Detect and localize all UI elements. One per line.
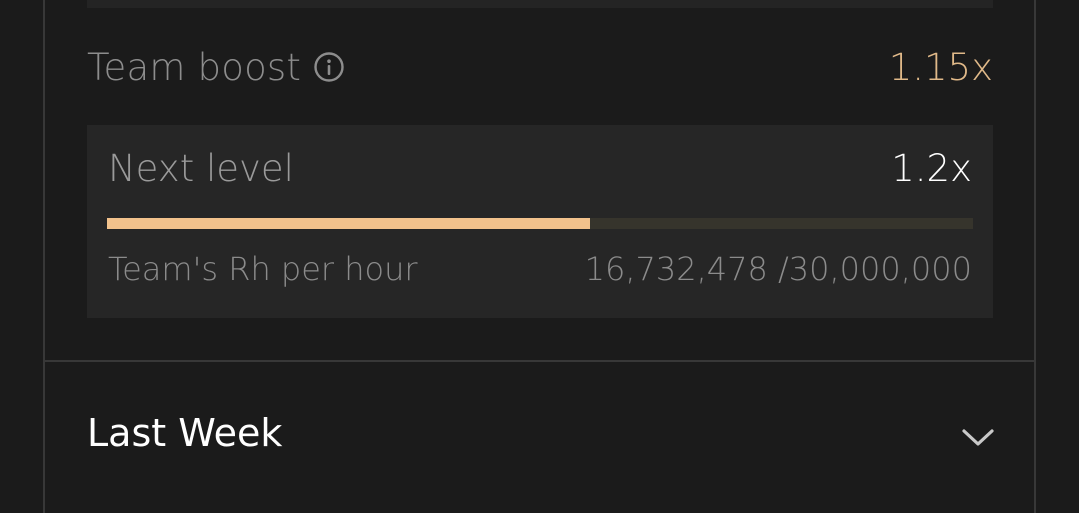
next-level-value: 1.2x	[891, 147, 972, 190]
next-level-row: Next level 1.2x	[108, 147, 972, 190]
previous-card-edge	[87, 0, 993, 8]
team-rh-row: Team's Rh per hour 16,732,478 /30,000,00…	[108, 250, 972, 288]
team-boost-label: Team boost	[87, 45, 302, 89]
last-week-label: Last Week	[87, 411, 283, 455]
next-level-progress-fill	[107, 218, 590, 229]
team-rh-value: 16,732,478 /30,000,000	[584, 250, 972, 288]
next-level-card: Next level 1.2x Team's Rh per hour 16,73…	[87, 125, 993, 318]
team-boost-label-group: Team boost	[87, 46, 345, 89]
next-level-label: Next level	[108, 147, 294, 190]
team-boost-value: 1.15x	[888, 45, 993, 89]
next-level-progress-track	[107, 218, 973, 229]
page: Team boost 1.15x Next level 1.2x Team's …	[0, 0, 1079, 513]
team-boost-row: Team boost 1.15x	[87, 42, 993, 92]
chevron-down-icon[interactable]	[961, 428, 995, 448]
info-icon[interactable]	[313, 51, 345, 83]
last-week-accordion[interactable]: Last Week	[87, 405, 995, 461]
section-divider	[45, 360, 1034, 362]
team-rh-label: Team's Rh per hour	[108, 250, 418, 288]
